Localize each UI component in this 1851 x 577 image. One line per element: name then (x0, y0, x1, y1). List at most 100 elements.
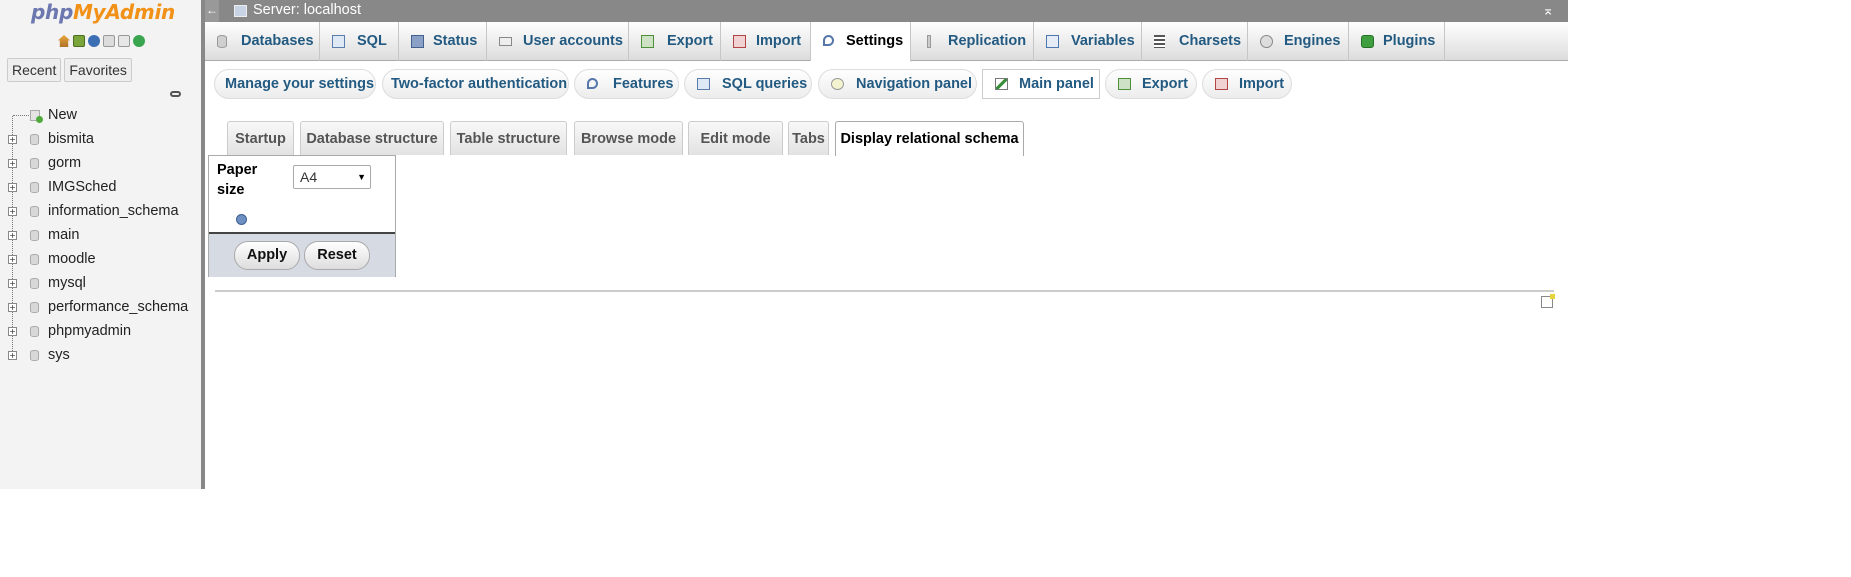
tab-browse-mode[interactable]: Browse mode (574, 121, 683, 155)
tree-item-database[interactable]: + moodle (0, 248, 195, 272)
tab-table-structure[interactable]: Table structure (450, 121, 567, 155)
import-icon (733, 35, 746, 48)
tab-edit-mode[interactable]: Edit mode (688, 121, 783, 155)
tab-tabs[interactable]: Tabs (788, 121, 829, 155)
tab-sql[interactable]: SQL (320, 22, 399, 61)
sql-icon (332, 35, 345, 48)
paper-size-value: A4 (300, 169, 318, 185)
tree-item-label[interactable]: main (48, 227, 79, 243)
collapse-icon[interactable]: ⌅ (1542, 2, 1554, 19)
subtab-main-panel[interactable]: Main panel (982, 69, 1100, 99)
tab-settings[interactable]: Settings (811, 22, 911, 62)
subtab-manage-your-settings[interactable]: Manage your settings (214, 69, 376, 99)
expand-icon[interactable]: + (8, 183, 17, 192)
database-icon (30, 134, 39, 145)
subtab-features[interactable]: Features (574, 69, 679, 99)
tree-item-database[interactable]: + phpmyadmin (0, 320, 195, 344)
expand-icon[interactable]: + (8, 231, 17, 240)
expand-icon[interactable]: + (8, 135, 17, 144)
paper-size-select[interactable]: A4 ▼ (293, 165, 371, 189)
tree-item-label[interactable]: information_schema (48, 203, 179, 219)
tab-status[interactable]: Status (399, 22, 487, 61)
recent-button[interactable]: Recent (7, 58, 62, 82)
tree-item-label[interactable]: phpmyadmin (48, 323, 131, 339)
back-arrow-icon[interactable]: ← (205, 0, 219, 22)
quick-icons (58, 35, 145, 47)
expand-icon[interactable]: + (8, 303, 17, 312)
tree-item-label[interactable]: mysql (48, 275, 86, 291)
engines-icon (1260, 35, 1273, 48)
expand-icon[interactable]: + (8, 255, 17, 264)
tab-export[interactable]: Export (629, 22, 721, 61)
user-accounts-icon (499, 37, 512, 46)
tree-item-database[interactable]: + information_schema (0, 200, 195, 224)
tab-charsets[interactable]: Charsets (1142, 22, 1248, 61)
database-icon (30, 158, 39, 169)
tree-item-label[interactable]: performance_schema (48, 299, 188, 315)
expand-icon[interactable]: + (8, 207, 17, 216)
variables-icon (1046, 35, 1059, 48)
expand-icon[interactable]: + (8, 159, 17, 168)
expand-icon[interactable]: + (8, 279, 17, 288)
database-icon (30, 278, 39, 289)
expand-icon[interactable]: + (8, 351, 17, 360)
tab-import[interactable]: Import (721, 22, 811, 61)
tree-item-new[interactable]: New (0, 104, 195, 128)
phpmyadmin-logo[interactable]: phpMyAdmin (31, 0, 175, 24)
tab-databases[interactable]: Databases (205, 22, 320, 61)
home-icon[interactable] (58, 35, 70, 47)
help-icon[interactable] (236, 214, 247, 225)
tree-item-database[interactable]: + mysql (0, 272, 195, 296)
tree-item-label[interactable]: New (48, 107, 77, 123)
tree-item-database[interactable]: + IMGSched (0, 176, 195, 200)
subtab-navigation-panel[interactable]: Navigation panel (818, 69, 977, 99)
tree-item-label[interactable]: bismita (48, 131, 94, 147)
tree-item-label[interactable]: moodle (48, 251, 96, 267)
subtab-sql-queries[interactable]: SQL queries (684, 69, 812, 99)
tab-user-accounts[interactable]: User accounts (487, 22, 629, 61)
import-icon (1215, 78, 1228, 90)
tree-item-database[interactable]: + bismita (0, 128, 195, 152)
nav-resizer[interactable] (201, 0, 205, 489)
paper-size-label: Paper size (217, 162, 258, 198)
tree-item-label[interactable]: gorm (48, 155, 81, 171)
expand-icon[interactable]: + (8, 327, 17, 336)
tab-engines[interactable]: Engines (1248, 22, 1349, 61)
subtab-import[interactable]: Import (1202, 69, 1292, 99)
navigation-panel: phpMyAdmin Recent Favorites New + bismita… (0, 0, 201, 489)
tab-display-relational-schema[interactable]: Display relational schema (835, 121, 1024, 156)
reload-icon[interactable] (133, 35, 145, 47)
help-icon[interactable] (88, 35, 100, 47)
tab-replication[interactable]: Replication (911, 22, 1034, 61)
tab-plugins[interactable]: Plugins (1349, 22, 1445, 61)
exit-icon[interactable] (73, 35, 85, 47)
tree-item-database[interactable]: + performance_schema (0, 296, 195, 320)
tree-item-label[interactable]: IMGSched (48, 179, 117, 195)
database-icon (30, 254, 39, 265)
database-icon (217, 35, 227, 48)
apply-button[interactable]: Apply (234, 241, 300, 270)
tree-item-database[interactable]: + gorm (0, 152, 195, 176)
tree-item-database[interactable]: + main (0, 224, 195, 248)
subtab-export[interactable]: Export (1105, 69, 1197, 99)
tree-item-database[interactable]: + sys (0, 344, 195, 368)
replication-icon (927, 35, 931, 48)
server-breadcrumb[interactable]: Server: localhost (253, 2, 361, 18)
docs2-icon[interactable] (118, 35, 130, 47)
console-icon[interactable] (1541, 294, 1555, 308)
link-with-main-panel-icon[interactable] (170, 91, 181, 97)
tree-item-label[interactable]: sys (48, 347, 70, 363)
dropdown-arrow-icon: ▼ (357, 172, 366, 182)
tab-database-structure[interactable]: Database structure (300, 121, 444, 155)
favorites-button[interactable]: Favorites (64, 58, 132, 82)
tab-variables[interactable]: Variables (1034, 22, 1142, 61)
navigation-panel-icon (831, 78, 844, 90)
form-buttons: Apply Reset (209, 232, 395, 277)
docs-icon[interactable] (103, 35, 115, 47)
status-icon (411, 35, 424, 48)
plugins-icon (1361, 35, 1374, 48)
tab-startup[interactable]: Startup (227, 121, 294, 155)
server-icon (234, 5, 247, 17)
subtab-two-factor-authentication[interactable]: Two-factor authentication (382, 69, 569, 99)
reset-button[interactable]: Reset (304, 241, 370, 270)
